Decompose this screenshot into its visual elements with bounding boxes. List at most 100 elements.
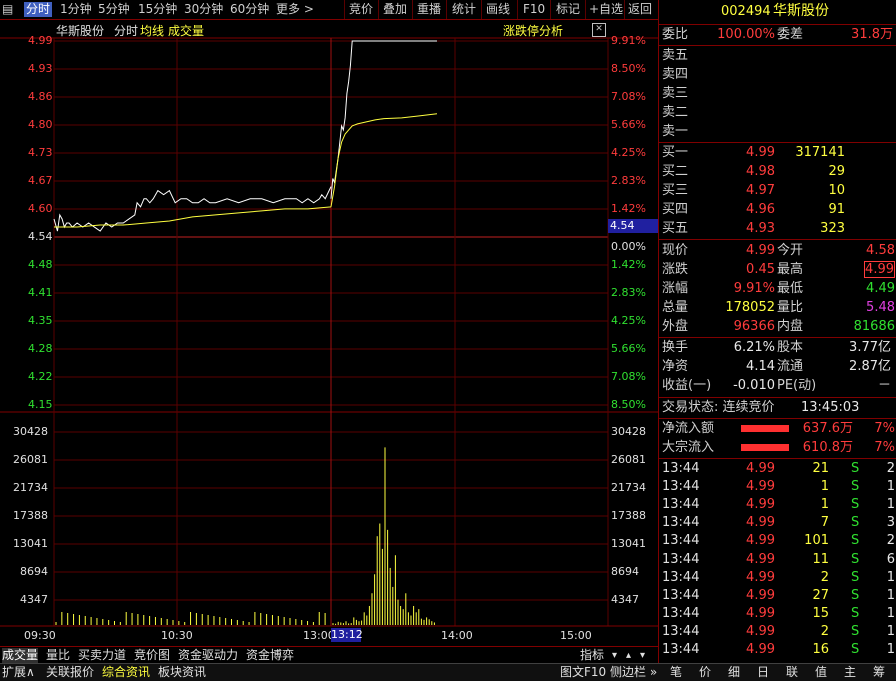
menu-icon[interactable]: ▤ <box>2 2 13 17</box>
pct-tick-label: 2.83% <box>611 286 646 299</box>
tick-volume: 21 <box>812 461 829 476</box>
tab-30min[interactable]: 30分钟 <box>184 2 223 17</box>
side-tab[interactable]: 笔 <box>670 665 682 680</box>
volume-tick-label-right: 21734 <box>611 481 646 494</box>
trade-tick-row: 13:44 4.99 11 S 6 <box>659 551 896 569</box>
news-tab[interactable]: 综合资讯 <box>102 665 150 680</box>
side-tab[interactable]: 联 <box>786 665 798 680</box>
bid-volume: 323 <box>820 221 845 236</box>
pct-tick-label: 4.25% <box>611 314 646 327</box>
side-tab[interactable]: 日 <box>757 665 769 680</box>
tick-count: 1 <box>886 479 895 495</box>
volume-tick-label-right: 8694 <box>611 565 639 578</box>
dropdown-icon[interactable]: ▾ <box>612 648 617 663</box>
chart-canvas[interactable] <box>0 20 658 646</box>
related-quote-tab[interactable]: 关联报价 <box>46 665 94 680</box>
quote-stat-row: 涨跌 0.45 最高 4.99 <box>659 260 896 279</box>
ask-row: 卖一 <box>659 122 896 141</box>
tab-minute[interactable]: 分时 <box>24 2 53 17</box>
mark-button[interactable]: 标记 <box>556 2 580 17</box>
down-icon[interactable]: ▾ <box>640 648 645 663</box>
indicator-button[interactable]: 指标 <box>580 648 604 663</box>
sector-news-tab[interactable]: 板块资讯 <box>158 665 206 680</box>
stat-label: 量比 <box>777 300 804 315</box>
tab-5min[interactable]: 5分钟 <box>98 2 130 17</box>
tab-buy-sell-power[interactable]: 买卖力道 <box>78 648 126 663</box>
f10-button[interactable]: F10 <box>523 2 545 17</box>
side-tab[interactable]: 主 <box>844 665 856 680</box>
stock-name: 华斯股份 <box>773 3 829 19</box>
tab-more[interactable]: 更多 > <box>276 2 314 17</box>
current-price-tag: 4.54 <box>608 219 658 233</box>
side-tab[interactable]: 细 <box>728 665 740 680</box>
tick-volume: 16 <box>812 642 829 657</box>
pct-tick-label: 5.66% <box>611 118 646 131</box>
trade-tick-row: 13:44 4.99 21 S 2 <box>659 460 896 478</box>
side-tab[interactable]: 值 <box>815 665 827 680</box>
tab-volume[interactable]: 成交量 <box>2 648 39 663</box>
limit-analysis-button[interactable]: 涨跌停分析 <box>503 22 563 39</box>
up-icon[interactable]: ▴ <box>626 648 631 663</box>
tab-volume-ratio[interactable]: 量比 <box>46 648 70 663</box>
pct-tick-label: 7.08% <box>611 370 646 383</box>
quote-panel: 002494 华斯股份 委比 100.00% 委差 31.8万 卖五 卖四 卖三 卖二… <box>658 0 896 663</box>
side-tab[interactable]: 价 <box>699 665 711 680</box>
tab-15min[interactable]: 15分钟 <box>138 2 177 17</box>
tick-volume: 2 <box>820 623 829 639</box>
tab-1min[interactable]: 1分钟 <box>60 2 92 17</box>
price-tick-label: 4.99 <box>28 34 53 47</box>
time-tick-label: 13:00 <box>303 629 335 642</box>
tick-count: 2 <box>886 533 895 549</box>
replay-button[interactable]: 重播 <box>417 2 441 17</box>
tick-volume: 27 <box>812 587 829 603</box>
stat-label: 今开 <box>777 243 804 258</box>
price-tick-label: 4.41 <box>28 286 53 299</box>
pct-tick-label: 9.91% <box>611 34 646 47</box>
price-tick-label: 4.35 <box>28 314 53 327</box>
stat-value: 9.91% <box>733 281 775 296</box>
bid-volume: 29 <box>828 164 845 179</box>
expand-button[interactable]: 扩展∧ <box>2 665 35 680</box>
auction-button[interactable]: 竞价 <box>349 2 373 17</box>
time-tick-label: 10:30 <box>161 629 193 642</box>
volume-tick-label: 8694 <box>20 565 48 578</box>
overlay-button[interactable]: 叠加 <box>383 2 407 17</box>
tick-time: 13:44 <box>662 642 700 657</box>
add-watchlist-button[interactable]: +自选 <box>589 2 623 17</box>
close-icon[interactable]: ✕ <box>592 23 606 37</box>
pct-tick-label: 5.66% <box>611 342 646 355</box>
flow-value: 610.8万 <box>802 440 853 455</box>
intraday-chart[interactable]: 华斯股份 分时 均线 成交量 涨跌停分析 ✕ 4.99 4.93 4.86 4.80 4… <box>0 20 658 646</box>
tick-time: 13:44 <box>662 515 700 531</box>
price-tick-label: 4.93 <box>28 62 53 75</box>
side-tab[interactable]: 筹 <box>873 665 885 680</box>
price-tick-label: 4.86 <box>28 90 53 103</box>
stat-label: 换手 <box>662 340 689 355</box>
quote-stat-row: 外盘 96366 内盘 81686 <box>659 317 896 336</box>
draw-button[interactable]: 画线 <box>486 2 510 17</box>
tick-price: 4.99 <box>746 461 775 476</box>
tab-fund-drive[interactable]: 资金驱动力 <box>178 648 238 663</box>
tick-price: 4.99 <box>746 533 775 549</box>
price-tick-label: 4.28 <box>28 342 53 355</box>
stats-button[interactable]: 统计 <box>452 2 476 17</box>
stat-value: 96366 <box>733 319 775 334</box>
tick-time: 13:44 <box>662 497 700 513</box>
tab-fund-game[interactable]: 资金博弈 <box>246 648 294 663</box>
tick-count: 6 <box>886 551 895 567</box>
volume-tick-label: 13041 <box>13 537 48 550</box>
bid-volume: 317141 <box>795 145 845 160</box>
sidebar-toggle[interactable]: 侧边栏 » <box>610 665 657 680</box>
tab-60min[interactable]: 60分钟 <box>230 2 269 17</box>
tick-count: 1 <box>886 497 895 513</box>
stat-label: 净资 <box>662 359 689 374</box>
bid-volume: 91 <box>828 202 845 217</box>
stat-label: 内盘 <box>777 319 804 334</box>
back-button[interactable]: 返回 <box>628 2 652 17</box>
price-tick-label: 4.54 <box>28 230 53 243</box>
tab-auction-chart[interactable]: 竞价图 <box>134 648 170 663</box>
f10-text-tab[interactable]: 图文F10 <box>560 665 606 680</box>
time-tick-label: 15:00 <box>560 629 592 642</box>
flow-label: 净流入额 <box>662 421 715 436</box>
pct-tick-label: 8.50% <box>611 398 646 411</box>
